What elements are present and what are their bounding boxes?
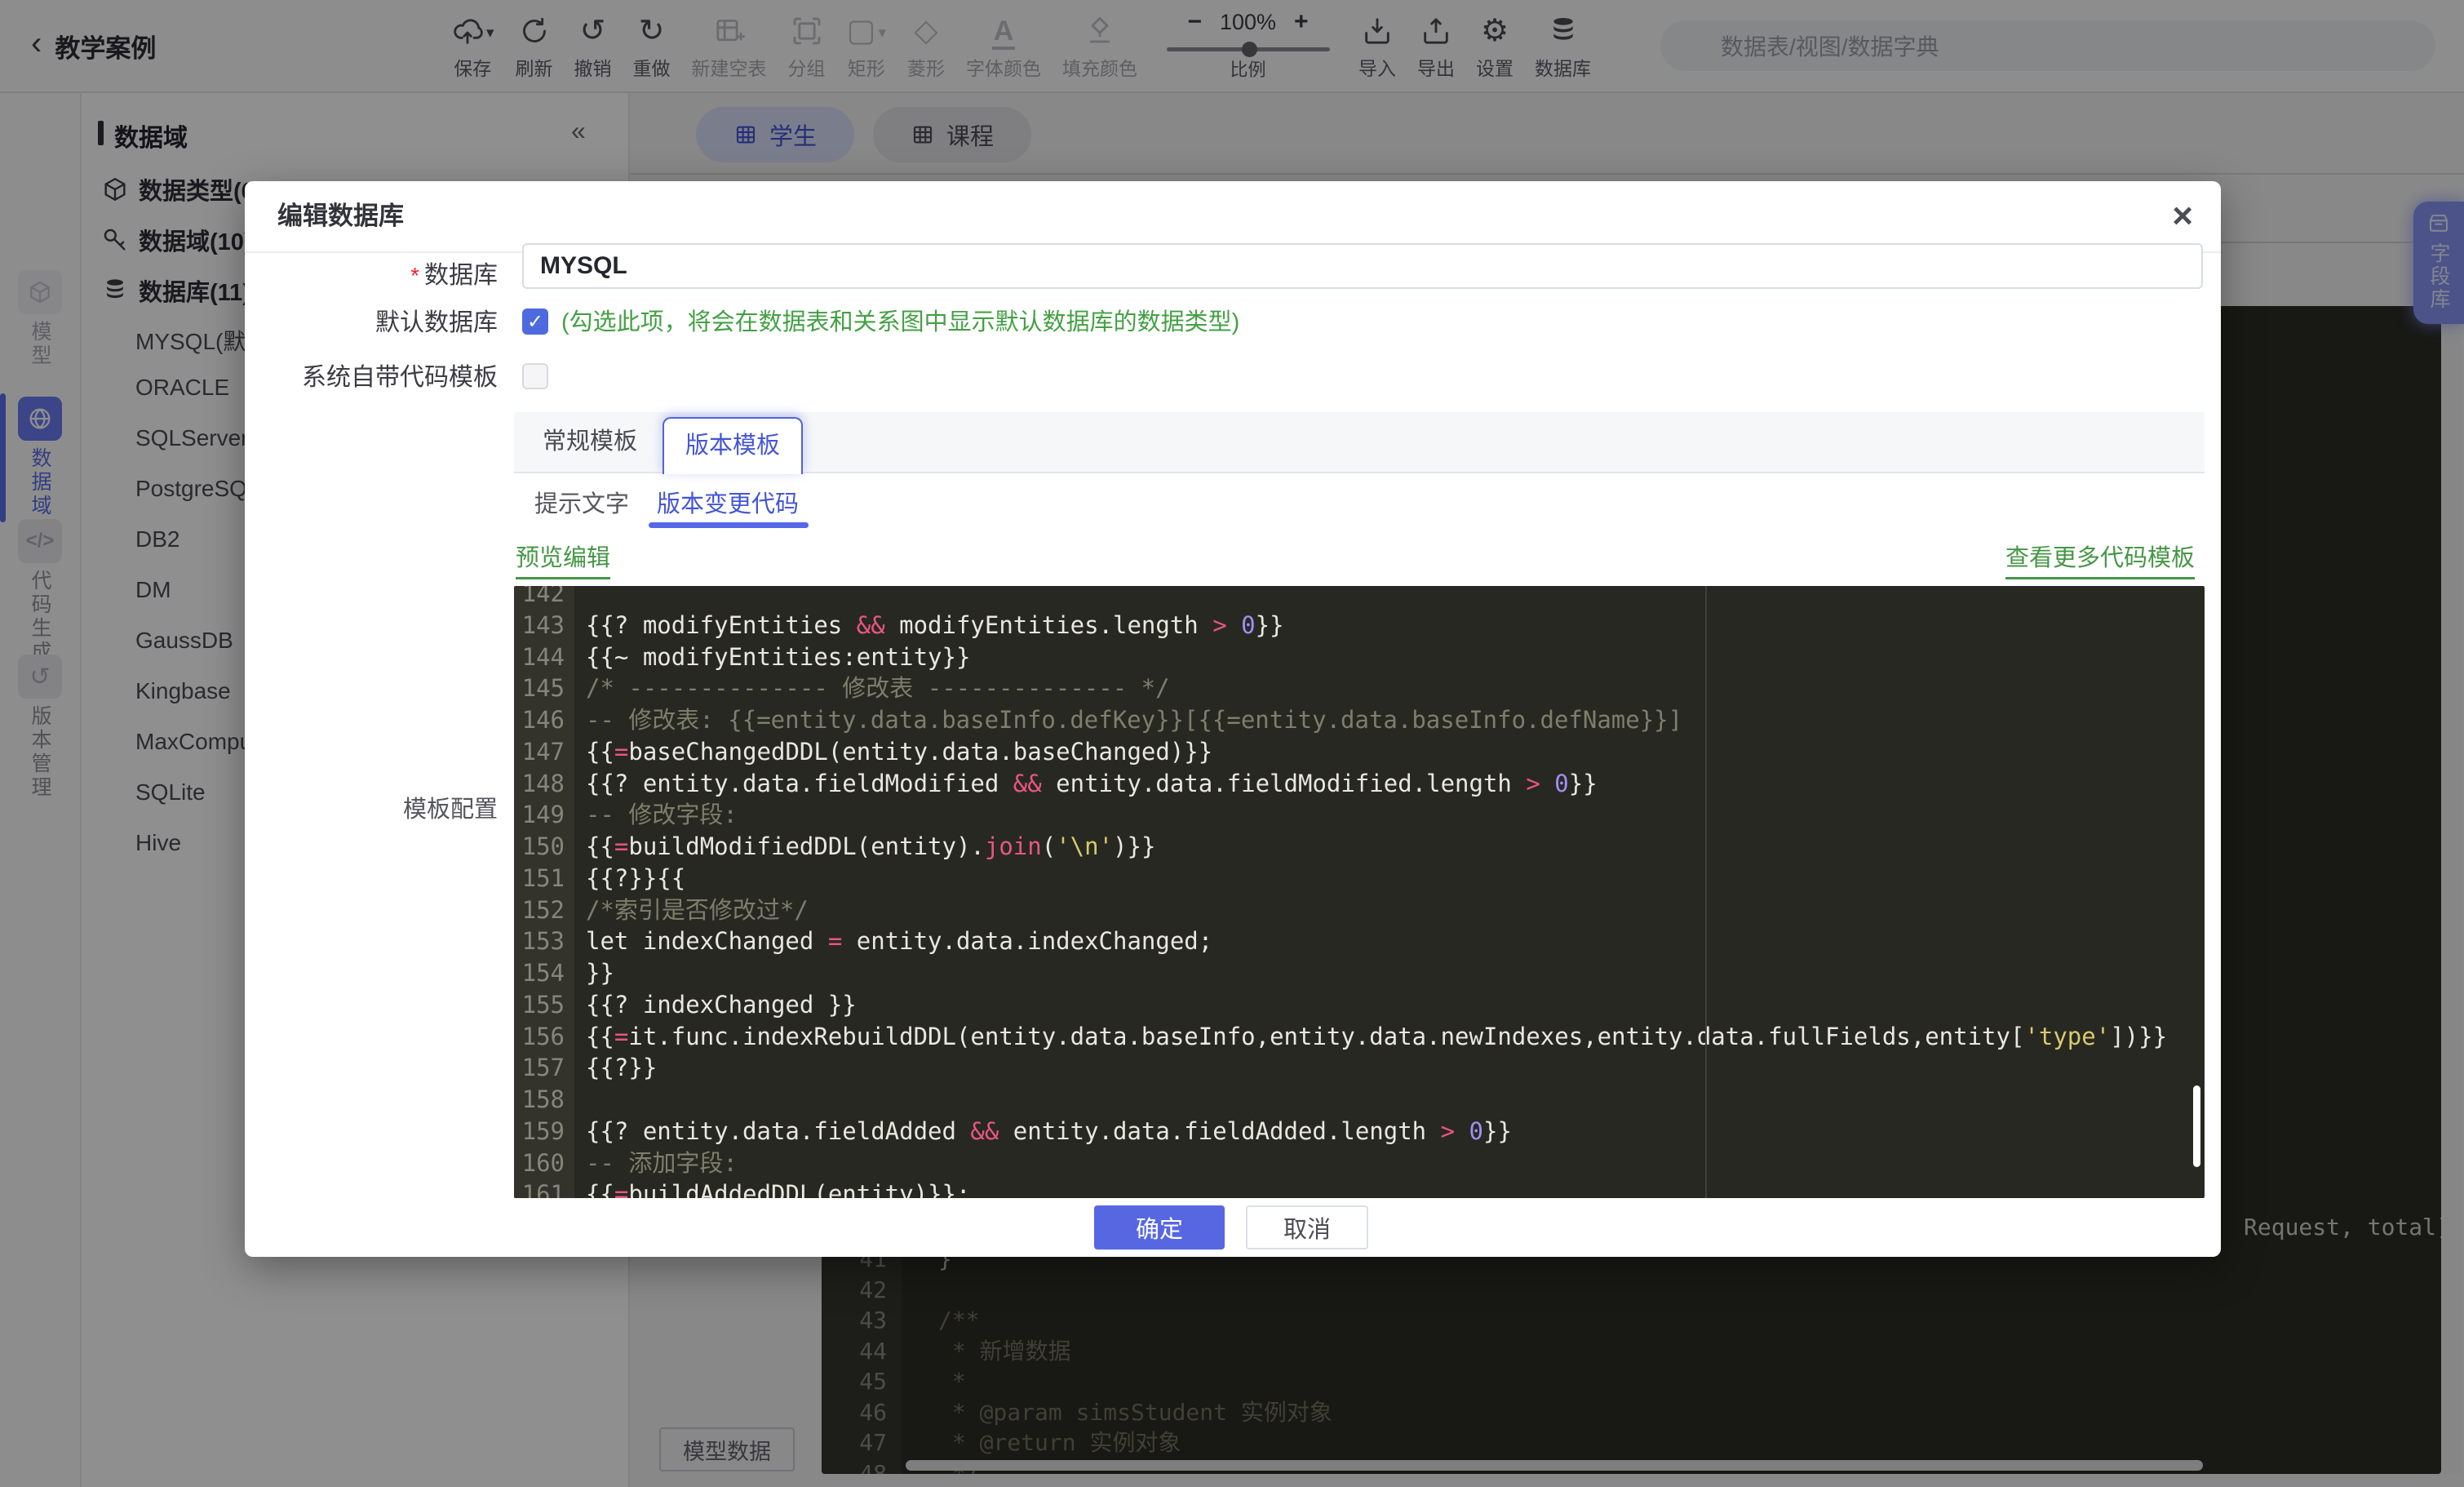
editor-line-content: /* -------------- 修改表 -------------- */: [586, 672, 1170, 704]
editor-line-number: 154: [521, 957, 565, 989]
editor-line: 142: [514, 586, 2205, 610]
edit-database-modal: 编辑数据库 × *数据库 MYSQL 默认数据库 ✓ (勾选此项，将会在数据表和…: [245, 181, 2221, 1257]
editor-line: 154}}: [514, 957, 2205, 989]
editor-line-number: 161: [521, 1179, 565, 1198]
editor-line: 158: [514, 1084, 2205, 1116]
preview-edit-link[interactable]: 预览编辑: [516, 539, 610, 579]
editor-line-content: {{?}}{{: [586, 863, 685, 894]
editor-line-content: {{=buildModifiedDDL(entity).join('\n')}}: [586, 831, 1155, 863]
ok-button[interactable]: 确定: [1094, 1205, 1225, 1250]
editor-line-number: 156: [521, 1021, 565, 1053]
editor-line: 149 -- 修改字段:: [514, 799, 2205, 831]
editor-line-number: 159: [521, 1116, 565, 1147]
editor-line-content: {{? modifyEntities && modifyEntities.len…: [586, 610, 1284, 641]
editor-line: 153 let indexChanged = entity.data.indexC…: [514, 925, 2205, 957]
subtab-active-underline: [649, 522, 809, 528]
cancel-button[interactable]: 取消: [1246, 1205, 1368, 1250]
editor-line: 148 {{? entity.data.fieldModified && enti…: [514, 768, 2205, 800]
database-name-input[interactable]: MYSQL: [522, 243, 2203, 289]
editor-line-number: 149: [521, 799, 565, 831]
editor-line: 147 {{=baseChangedDDL(entity.data.baseCha…: [514, 736, 2205, 768]
editor-line-content: {{=baseChangedDDL(entity.data.baseChange…: [586, 736, 1212, 768]
editor-line-content: -- 修改字段:: [586, 799, 738, 831]
editor-line-number: 148: [521, 768, 565, 800]
subtab-hint-text[interactable]: 提示文字: [534, 488, 629, 521]
editor-line-content: {{=it.func.indexRebuildDDL(entity.data.b…: [586, 1021, 2167, 1053]
editor-line-number: 155: [521, 989, 565, 1021]
default-db-label: 默认数据库: [245, 310, 498, 336]
editor-line: 155 {{? indexChanged }}: [514, 989, 2205, 1021]
default-db-checkbox[interactable]: ✓: [522, 308, 548, 335]
template-config-label: 模板配置: [245, 790, 498, 824]
editor-ruler-line: [1705, 586, 1707, 1198]
editor-line-content: -- 修改表: {{=entity.data.baseInfo.defKey}}…: [586, 704, 1682, 736]
editor-line-number: 143: [521, 610, 565, 641]
editor-line: 160 -- 添加字段:: [514, 1147, 2205, 1179]
database-field-label: *数据库: [245, 253, 498, 299]
editor-line-content: /*索引是否修改过*/: [586, 894, 809, 926]
template-tab-version[interactable]: 版本模板: [663, 417, 803, 474]
editor-line: 157 {{?}}: [514, 1052, 2205, 1084]
editor-line: 161 {{=buildAddedDDL(entity)}};: [514, 1179, 2205, 1198]
template-tab-regular[interactable]: 常规模板: [534, 412, 645, 472]
editor-line-number: 146: [521, 704, 565, 736]
editor-line-number: 153: [521, 925, 565, 957]
editor-line-content: -- 添加字段:: [586, 1147, 738, 1179]
editor-line-number: 151: [521, 863, 565, 894]
editor-line-number: 142: [521, 586, 565, 610]
modal-header: 编辑数据库 ×: [245, 181, 2221, 253]
editor-line-number: 150: [521, 831, 565, 863]
template-code-editor[interactable]: 142143 {{? modifyEntities && modifyEntiti…: [514, 586, 2205, 1198]
editor-line: 143 {{? modifyEntities && modifyEntities.…: [514, 610, 2205, 641]
editor-line-number: 147: [521, 736, 565, 768]
editor-line-content: {{? entity.data.fieldModified && entity.…: [586, 768, 1598, 800]
editor-line: 159 {{? entity.data.fieldAdded && entity.…: [514, 1116, 2205, 1147]
editor-line-number: 145: [521, 672, 565, 704]
editor-line-content: let indexChanged = entity.data.indexChan…: [586, 925, 1212, 957]
editor-line-number: 157: [521, 1052, 565, 1084]
editor-line-number: 144: [521, 641, 565, 673]
editor-line: 150 {{=buildModifiedDDL(entity).join('\n'…: [514, 831, 2205, 863]
system-template-label: 系统自带代码模板: [245, 365, 498, 391]
editor-line-content: {{=buildAddedDDL(entity)}};: [586, 1179, 970, 1198]
editor-line-number: 152: [521, 894, 565, 926]
editor-scrollbar-thumb[interactable]: [2193, 1085, 2200, 1167]
editor-line-content: }}: [586, 957, 614, 989]
editor-line: 145 /* -------------- 修改表 -------------- …: [514, 672, 2205, 704]
editor-line: 156 {{=it.func.indexRebuildDDL(entity.dat…: [514, 1021, 2205, 1053]
editor-line: 146 -- 修改表: {{=entity.data.baseInfo.defKe…: [514, 704, 2205, 736]
required-mark: *: [410, 263, 419, 288]
template-tab-bar: 常规模板版本模板: [514, 412, 2205, 473]
subtab-version-change-code[interactable]: 版本变更代码: [657, 488, 799, 521]
default-db-note: (勾选此项，将会在数据表和关系图中显示默认数据库的数据类型): [561, 308, 1239, 336]
editor-line-number: 158: [521, 1084, 565, 1116]
editor-line-content: {{~ modifyEntities:entity}}: [586, 641, 970, 673]
modal-title: 编辑数据库: [277, 181, 404, 251]
editor-line: 152 /*索引是否修改过*/: [514, 894, 2205, 926]
editor-line-content: {{? entity.data.fieldAdded && entity.dat…: [586, 1116, 1512, 1147]
editor-line-number: 160: [521, 1147, 565, 1179]
more-templates-link[interactable]: 查看更多代码模板: [2005, 539, 2195, 579]
editor-line: 151 {{?}}{{: [514, 863, 2205, 894]
editor-line-content: {{?}}: [586, 1052, 657, 1084]
editor-line: 144 {{~ modifyEntities:entity}}: [514, 641, 2205, 673]
system-template-checkbox[interactable]: [522, 363, 548, 389]
editor-line-content: {{? indexChanged }}: [586, 989, 857, 1021]
close-icon[interactable]: ×: [2172, 196, 2193, 237]
